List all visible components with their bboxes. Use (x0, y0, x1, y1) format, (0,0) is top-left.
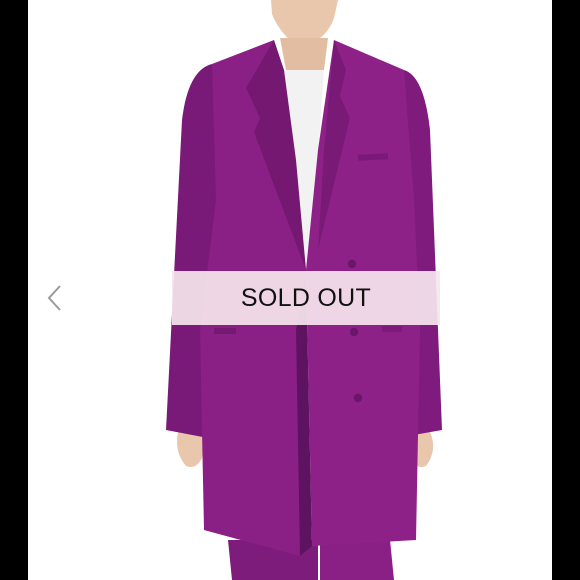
sold-out-banner: SOLD OUT (172, 271, 440, 325)
product-image-viewer: SOLD OUT (0, 0, 580, 580)
sold-out-label: SOLD OUT (240, 283, 372, 312)
chevron-left-icon (47, 285, 61, 311)
previous-image-button[interactable] (44, 283, 66, 313)
